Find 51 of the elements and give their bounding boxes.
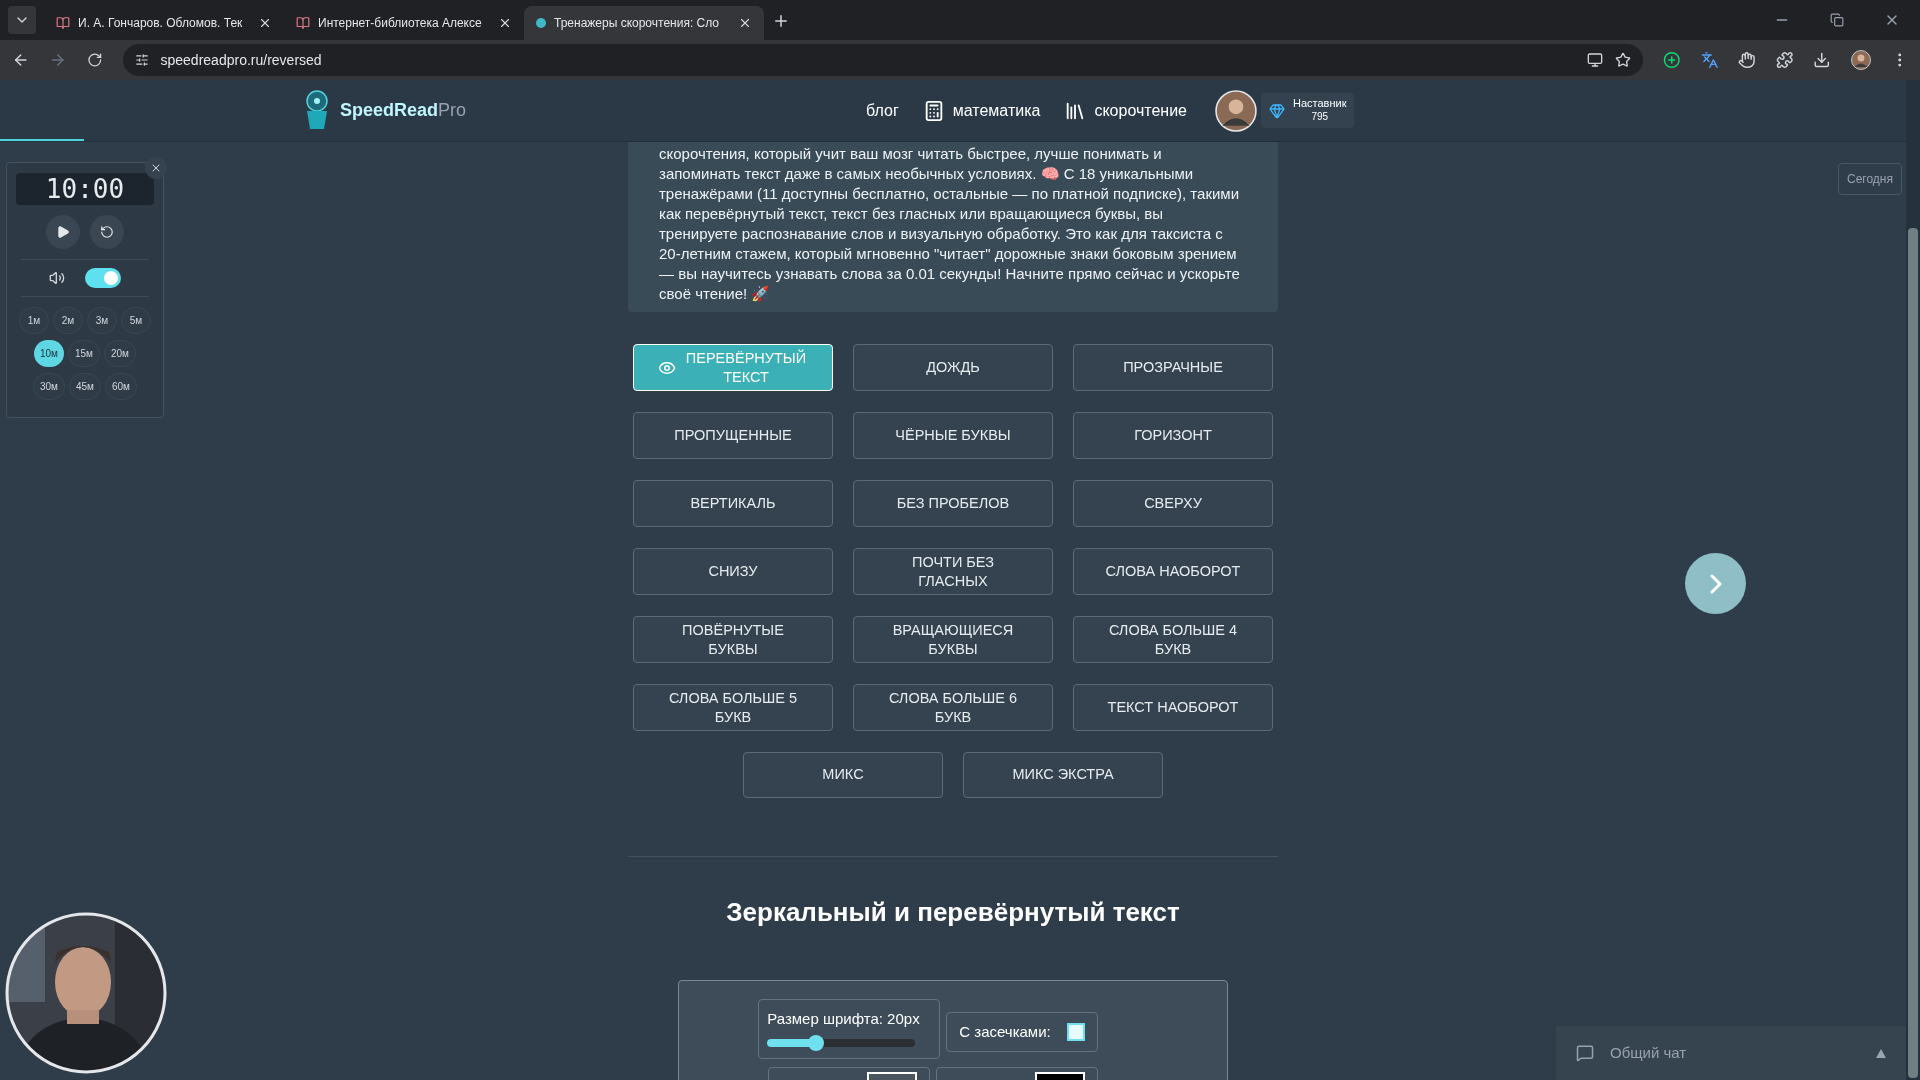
tab-title: Тренажеры скорочтения: Сло bbox=[554, 15, 721, 32]
trainer-button[interactable]: МИКС bbox=[743, 752, 943, 798]
duration-button[interactable]: 10м bbox=[34, 340, 64, 367]
trainer-button[interactable]: МИКС ЭКСТРА bbox=[963, 752, 1163, 798]
tab-title: Интернет-библиотека Алексе bbox=[318, 15, 483, 32]
nav-link[interactable]: математика bbox=[922, 98, 1041, 123]
trainer-button[interactable]: ВРАЩАЮЩИЕСЯ БУКВЫ bbox=[853, 616, 1053, 663]
duration-button[interactable]: 30м bbox=[33, 373, 65, 400]
duration-button[interactable]: 3м bbox=[87, 307, 117, 334]
trainer-button[interactable]: ПОВЁРНУТЫЕ БУКВЫ bbox=[633, 616, 833, 663]
duration-button[interactable]: 15м bbox=[68, 340, 100, 367]
duration-button[interactable]: 5м bbox=[121, 307, 151, 334]
duration-button[interactable]: 2м bbox=[53, 307, 83, 334]
duration-button[interactable]: 20м bbox=[104, 340, 136, 367]
trainer-button[interactable]: ПРОЗРАЧНЫЕ bbox=[1073, 344, 1273, 391]
rank-points: 795 bbox=[1311, 111, 1329, 124]
nav-link[interactable]: скорочтение bbox=[1064, 98, 1187, 123]
trainer-button[interactable]: ГОРИЗОНТ bbox=[1073, 412, 1273, 459]
trainer-button[interactable]: БЕЗ ПРОБЕЛОВ bbox=[853, 480, 1053, 527]
trainer-button[interactable]: ПОЧТИ БЕЗ ГЛАСНЫХ bbox=[853, 548, 1053, 595]
trainer-button[interactable]: СЛОВА БОЛЬШЕ 6 БУКВ bbox=[853, 684, 1053, 731]
tab-title: И. А. Гончаров. Обломов. Тек bbox=[78, 15, 244, 32]
trainer-button[interactable]: ТЕКСТ НАОБОРОТ bbox=[1073, 684, 1273, 731]
serif-label: С засечками: bbox=[959, 1021, 1051, 1042]
rank-title: Наставник bbox=[1293, 97, 1347, 112]
timer-display: 10:00 bbox=[16, 173, 154, 205]
browser-tab[interactable]: И. А. Гончаров. Обломов. Тек bbox=[44, 6, 284, 40]
browser-tab[interactable]: Тренажеры скорочтения: Сло bbox=[524, 6, 764, 40]
nav-link[interactable]: блог bbox=[866, 98, 899, 123]
logo-text[interactable]: SpeedReadPro bbox=[340, 97, 467, 124]
trainer-button[interactable]: ПРОПУЩЕННЫЕ bbox=[633, 412, 833, 459]
chat-bar[interactable]: Общий чат bbox=[1556, 1026, 1906, 1080]
trainer-button[interactable]: ВЕРТИКАЛЬ bbox=[633, 480, 833, 527]
duration-button[interactable]: 45м bbox=[69, 373, 101, 400]
trainer-button[interactable]: СНИЗУ bbox=[633, 548, 833, 595]
duration-button[interactable]: 1м bbox=[19, 307, 49, 334]
url-text: speedreadpro.ru/reversed bbox=[160, 50, 323, 70]
trainer-button[interactable]: СЛОВА БОЛЬШЕ 5 БУКВ bbox=[633, 684, 833, 731]
duration-button[interactable]: 60м bbox=[105, 373, 137, 400]
browser-tab[interactable]: Интернет-библиотека Алексе bbox=[284, 6, 524, 40]
trainer-button[interactable]: ЧЁРНЫЕ БУКВЫ bbox=[853, 412, 1053, 459]
font-size-label: Размер шрифта: 20px bbox=[767, 1009, 921, 1029]
trainer-button[interactable]: ДОЖДЬ bbox=[853, 344, 1053, 391]
trainer-button[interactable]: СЛОВА НАОБОРОТ bbox=[1073, 548, 1273, 595]
address-bar[interactable]: speedreadpro.ru/reversed bbox=[122, 44, 1644, 76]
trainer-button[interactable]: СЛОВА БОЛЬШЕ 4 БУКВ bbox=[1073, 616, 1273, 663]
chat-title: Общий чат bbox=[1610, 1042, 1688, 1063]
trainer-button[interactable]: СВЕРХУ bbox=[1073, 480, 1273, 527]
today-button[interactable]: Сегодня bbox=[1838, 163, 1902, 195]
section-title: Зеркальный и перевёрнутый текст bbox=[726, 896, 1180, 929]
intro-text: скорочтения, который учит ваш мозг читать быстрее, лучше понимать и запоминать текст даже в самых необычных условиях. 🧠 С 18 уникальными тренажёрами (11 доступны бесплатно, остальные — по платной подписке), такими как перевёрнутый текст, текст без гласных или вращающиеся буквы, вы тренируете распознавание слов и визуальную обработку. Это как для таксиста с 20-летним стажем, который мгновенно "читает" дорожные знаки боковым зрением — вы научитесь узнавать слова за 0.01 секунды! Начните прямо сейчас и ускорьте своё чтение! 🚀 bbox=[659, 144, 1241, 304]
